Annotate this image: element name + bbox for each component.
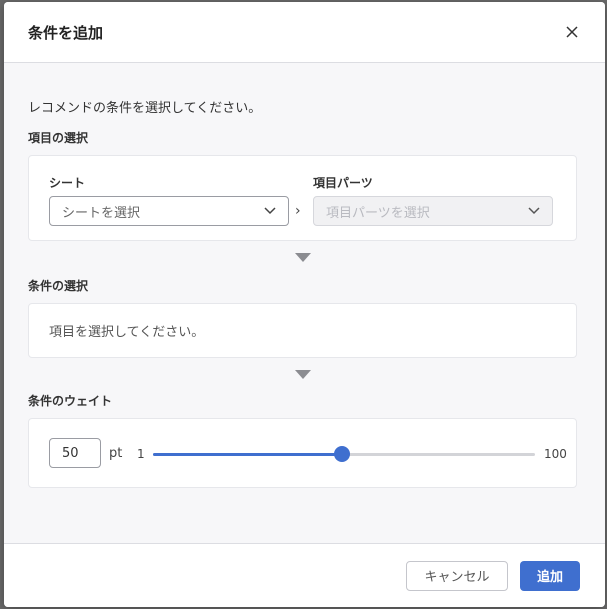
chevron-down-icon — [528, 207, 540, 215]
cancel-button[interactable]: キャンセル — [406, 560, 508, 591]
slider-max-label: 100 — [544, 447, 567, 461]
item-selection-card: シート シートを選択 › 項目パーツ 項目パーツを選択 — [28, 155, 577, 241]
item-section-label: 項目の選択 — [28, 131, 89, 145]
weight-unit: pt — [109, 445, 123, 461]
close-button[interactable] — [561, 21, 583, 43]
parts-label: 項目パーツ — [313, 176, 373, 190]
sheet-label: シート — [49, 176, 86, 190]
add-button[interactable]: 追加 — [520, 560, 580, 591]
chevron-right-icon: › — [295, 203, 301, 219]
slider-thumb[interactable] — [334, 446, 351, 462]
add-condition-dialog: 条件を追加 レコメンドの条件を選択してください。 項目の選択 シート シートを選… — [4, 2, 605, 607]
weight-card: 50 pt 1 100 — [28, 418, 577, 488]
intro-text: レコメンドの条件を選択してください。 — [28, 101, 262, 116]
slider-fill — [153, 453, 343, 456]
weight-slider[interactable] — [153, 446, 535, 462]
dialog-footer: キャンセル 追加 — [4, 543, 605, 607]
condition-selection-card: 項目を選択してください。 — [28, 303, 577, 358]
dialog-body: レコメンドの条件を選択してください。 項目の選択 シート シートを選択 › 項目… — [4, 97, 605, 488]
condition-section-label: 条件の選択 — [28, 279, 89, 293]
sheet-select-placeholder: シートを選択 — [62, 205, 141, 221]
weight-section-label: 条件のウェイト — [28, 394, 113, 408]
parts-select[interactable]: 項目パーツを選択 — [313, 196, 553, 226]
condition-message: 項目を選択してください。 — [49, 325, 205, 340]
sheet-field: シート シートを選択 — [49, 174, 289, 226]
parts-field: 項目パーツ 項目パーツを選択 — [313, 174, 553, 226]
chevron-down-icon — [264, 207, 276, 215]
parts-select-placeholder: 項目パーツを選択 — [326, 205, 430, 221]
flow-arrow-down-icon — [294, 253, 311, 262]
close-icon — [566, 26, 578, 38]
flow-arrow-down-icon — [294, 370, 311, 379]
sheet-select[interactable]: シートを選択 — [49, 196, 289, 226]
dialog-title: 条件を追加 — [28, 23, 104, 42]
dialog-header: 条件を追加 — [4, 2, 605, 63]
slider-min-label: 1 — [137, 447, 145, 461]
weight-input[interactable]: 50 — [49, 438, 101, 468]
